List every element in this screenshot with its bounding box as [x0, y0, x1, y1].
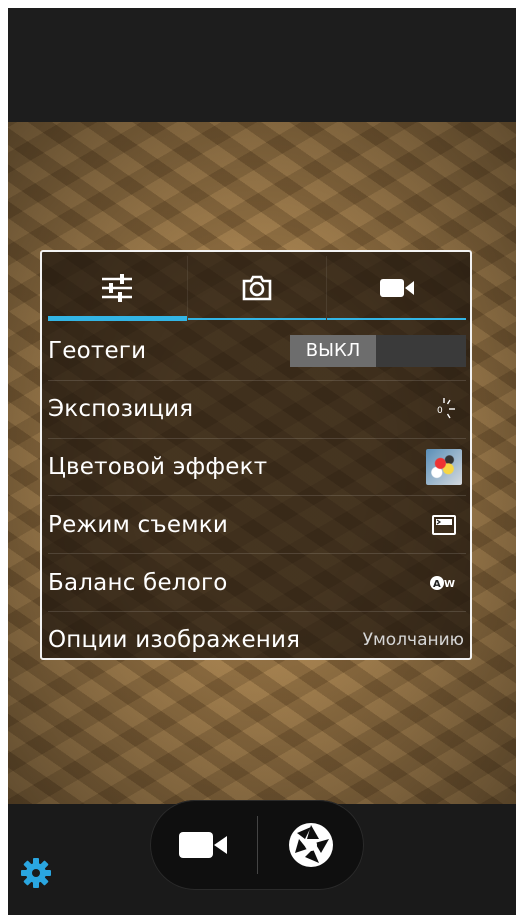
auto-white-balance-icon: A W — [424, 563, 464, 603]
geotags-toggle[interactable]: ВЫКЛ — [290, 334, 466, 367]
exposure-icon: 0 — [424, 389, 464, 429]
setting-label: Режим съемки — [48, 511, 228, 538]
video-camera-icon — [379, 279, 414, 297]
capture-controls — [150, 800, 364, 890]
shutter-icon — [288, 823, 333, 867]
settings-list: Геотеги ВЫКЛ Экспозиция 0 Цветовой эффек… — [48, 322, 466, 669]
svg-text:W: W — [444, 579, 455, 590]
setting-white-balance[interactable]: Баланс белого A W — [48, 553, 466, 611]
settings-button[interactable] — [18, 855, 54, 891]
color-effect-preview — [426, 448, 462, 485]
setting-label: Опции изображения — [48, 627, 301, 654]
sliders-icon — [102, 274, 133, 302]
setting-label: Цветовой эффект — [48, 453, 268, 480]
svg-text:0: 0 — [437, 406, 443, 416]
gear-icon — [21, 858, 51, 888]
tab-indicator — [327, 318, 467, 320]
settings-popup: Геотеги ВЫКЛ Экспозиция 0 Цветовой эффек… — [40, 250, 472, 660]
setting-label: Баланс белого — [48, 569, 228, 596]
setting-color-effect[interactable]: Цветовой эффект — [48, 437, 466, 496]
image-options-value: Умолчанию — [362, 630, 464, 651]
tab-indicator — [48, 316, 187, 321]
video-record-button[interactable] — [150, 800, 257, 890]
camera-icon — [242, 275, 272, 301]
setting-label: Экспозиция — [48, 396, 194, 423]
tab-general-settings[interactable] — [48, 256, 188, 321]
scene-mode-icon — [424, 505, 464, 545]
tab-photo-settings[interactable] — [187, 256, 328, 320]
settings-tabs — [48, 256, 467, 321]
tab-video-settings[interactable] — [327, 256, 467, 320]
setting-label: Геотеги — [48, 337, 147, 364]
color-effect-thumbnail — [424, 447, 464, 487]
setting-geotags[interactable]: Геотеги ВЫКЛ — [48, 322, 466, 380]
setting-exposure[interactable]: Экспозиция 0 — [48, 379, 466, 438]
video-camera-icon — [179, 832, 228, 858]
svg-text:A: A — [433, 579, 441, 590]
top-bar — [8, 8, 516, 122]
setting-image-options[interactable]: Опции изображения Умолчанию — [48, 610, 466, 669]
shutter-button[interactable] — [258, 800, 365, 890]
toggle-off-state: ВЫКЛ — [290, 334, 376, 367]
setting-shooting-mode[interactable]: Режим съемки — [48, 495, 466, 553]
tab-indicator — [187, 318, 327, 320]
